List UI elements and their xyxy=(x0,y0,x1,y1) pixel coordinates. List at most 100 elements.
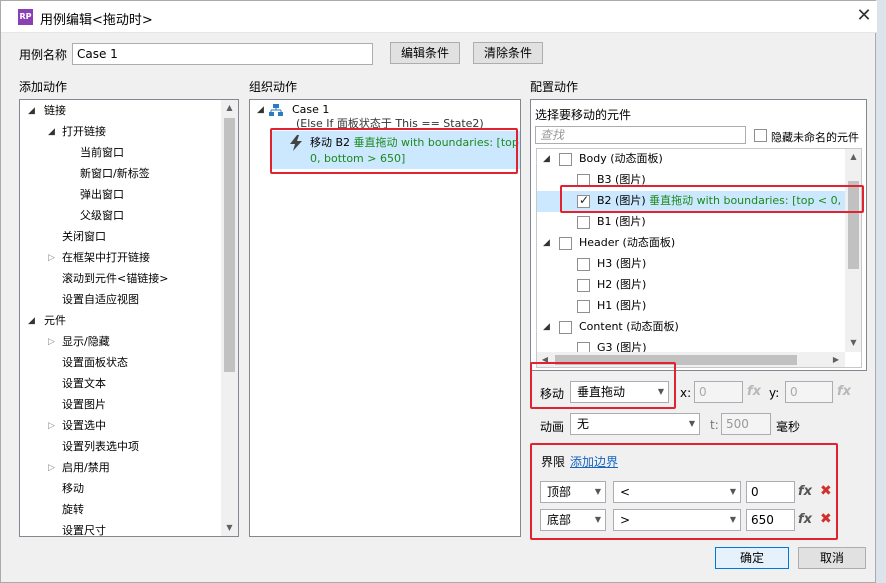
animation-select[interactable]: 无 ▼ xyxy=(570,413,700,435)
widget-checkbox[interactable] xyxy=(577,279,590,292)
action-tree-item[interactable]: 设置选中 xyxy=(62,417,106,435)
widget-checkbox[interactable] xyxy=(559,237,572,250)
action-tree-item[interactable]: 关闭窗口 xyxy=(62,228,106,246)
scroll-up-icon[interactable]: ▲ xyxy=(221,103,238,112)
widget-tree-vscroll[interactable]: ▲ ▼ xyxy=(845,149,861,352)
action-tree-item[interactable]: 弹出窗口 xyxy=(80,186,124,204)
scroll-right-icon[interactable]: ▶ xyxy=(830,355,842,364)
delete-bound-icon[interactable]: ✖ xyxy=(820,483,832,499)
action-tree-item[interactable]: 设置列表选中项 xyxy=(62,438,139,456)
chevron-down-icon: ▼ xyxy=(594,515,601,524)
collapse-icon[interactable]: ◢ xyxy=(28,312,35,330)
widget-label: Content (动态面板) xyxy=(579,320,679,333)
x-input[interactable]: 0 xyxy=(694,381,743,403)
collapse-icon[interactable]: ◢ xyxy=(543,318,550,336)
scroll-thumb[interactable] xyxy=(848,181,859,269)
action-tree-item[interactable]: 移动 xyxy=(62,480,84,498)
expand-icon[interactable]: ▷ xyxy=(48,459,55,477)
scroll-up-icon[interactable]: ▲ xyxy=(845,152,861,161)
collapse-icon[interactable]: ◢ xyxy=(48,123,55,141)
action-tree-item[interactable]: 旋转 xyxy=(62,501,84,519)
widget-tree-row[interactable]: B3 (图片) xyxy=(537,170,845,191)
action-tree-item[interactable]: 设置面板状态 xyxy=(62,354,128,372)
action-tree-item[interactable]: 当前窗口 xyxy=(80,144,124,162)
y-label: y: xyxy=(769,386,780,400)
add-bound-link[interactable]: 添加边界 xyxy=(570,453,618,470)
x-fx-button[interactable]: fx xyxy=(747,384,761,399)
widget-tree-row[interactable]: H1 (图片) xyxy=(537,296,845,317)
widget-label: B2 (图片) xyxy=(597,194,646,207)
y-input[interactable]: 0 xyxy=(785,381,833,403)
action-item-move[interactable]: 移动 B2 垂直拖动 with boundaries: [top < 0, bo… xyxy=(272,131,520,169)
bound-side-select[interactable]: 顶部 ▼ xyxy=(540,481,606,503)
cancel-button[interactable]: 取消 xyxy=(798,547,866,569)
clear-condition-button[interactable]: 清除条件 xyxy=(473,42,543,64)
dialog-title: 用例编辑<拖动时> xyxy=(40,13,153,28)
expand-icon[interactable]: ▷ xyxy=(48,249,55,267)
add-action-scrollbar[interactable]: ▲ ▼ xyxy=(221,100,238,536)
widget-label: H3 (图片) xyxy=(597,257,647,270)
widget-checkbox[interactable] xyxy=(577,193,590,208)
collapse-icon[interactable]: ◢ xyxy=(543,150,550,168)
bound-operator-select[interactable]: > ▼ xyxy=(613,509,741,531)
action-tree-item[interactable]: 显示/隐藏 xyxy=(62,333,110,351)
action-tree-item[interactable]: 打开链接 xyxy=(62,123,106,141)
bound-value-input[interactable]: 0 xyxy=(746,481,795,503)
widget-tree-row[interactable]: ◢ Body (动态面板) xyxy=(537,149,845,170)
edit-condition-button[interactable]: 编辑条件 xyxy=(390,42,460,64)
search-input[interactable]: 查找 xyxy=(535,126,746,144)
close-icon[interactable]: ✕ xyxy=(853,4,875,28)
bound-fx-button[interactable]: fx xyxy=(798,484,812,499)
ok-button[interactable]: 确定 xyxy=(715,547,789,569)
widget-checkbox[interactable] xyxy=(577,174,590,187)
widget-tree-row[interactable]: H2 (图片) xyxy=(537,275,845,296)
case-expand-icon[interactable]: ◢ xyxy=(257,101,264,119)
widget-tree-hscroll[interactable]: ◀ ▶ xyxy=(537,352,845,367)
scroll-left-icon[interactable]: ◀ xyxy=(539,355,551,364)
bound-value-input[interactable]: 650 xyxy=(746,509,795,531)
action-tree-item[interactable]: 父级窗口 xyxy=(80,207,124,225)
widget-label: B1 (图片) xyxy=(597,215,646,228)
hide-unnamed-checkbox[interactable] xyxy=(754,129,767,142)
action-tree-item[interactable]: 设置图片 xyxy=(62,396,106,414)
organize-action-header: 组织动作 xyxy=(249,80,298,94)
collapse-icon[interactable]: ◢ xyxy=(543,234,550,252)
expand-icon[interactable]: ▷ xyxy=(48,417,55,435)
widget-tree-row[interactable]: B1 (图片) xyxy=(537,212,845,233)
action-tree-item[interactable]: 滚动到元件<锚链接> xyxy=(62,270,168,288)
action-tree-item[interactable]: 设置自适应视图 xyxy=(62,291,139,309)
bound-operator-select[interactable]: < ▼ xyxy=(613,481,741,503)
case-tree-icon xyxy=(269,104,283,116)
action-tree-item[interactable]: 设置文本 xyxy=(62,375,106,393)
scroll-thumb[interactable] xyxy=(224,118,235,372)
delete-bound-icon[interactable]: ✖ xyxy=(820,511,832,527)
bound-fx-button[interactable]: fx xyxy=(798,512,812,527)
widget-tree-row[interactable]: H3 (图片) xyxy=(537,254,845,275)
widget-tree-row[interactable]: ◢ Content (动态面板) xyxy=(537,317,845,338)
widget-tree-row[interactable]: ◢ Header (动态面板) xyxy=(537,233,845,254)
case-name-input[interactable]: Case 1 xyxy=(72,43,373,65)
collapse-icon[interactable]: ◢ xyxy=(28,102,35,120)
action-tree-item[interactable]: 启用/禁用 xyxy=(62,459,110,477)
action-tree-item[interactable]: 新窗口/新标签 xyxy=(80,165,150,183)
time-input[interactable]: 500 xyxy=(721,413,771,435)
action-tree-item[interactable]: 元件 xyxy=(44,312,66,330)
expand-icon[interactable]: ▷ xyxy=(48,333,55,351)
widget-checkbox[interactable] xyxy=(577,300,590,313)
widget-checkbox[interactable] xyxy=(577,216,590,229)
hscroll-thumb[interactable] xyxy=(555,355,797,365)
scroll-down-icon[interactable]: ▼ xyxy=(845,338,861,347)
animation-label: 动画 xyxy=(540,420,565,434)
widget-checkbox[interactable] xyxy=(559,321,572,334)
y-fx-button[interactable]: fx xyxy=(837,384,851,399)
widget-tree-row[interactable]: B2 (图片) 垂直拖动 with boundaries: [top < 0, … xyxy=(537,191,861,212)
action-tree-item[interactable]: 在框架中打开链接 xyxy=(62,249,150,267)
action-tree-item[interactable]: 链接 xyxy=(44,102,66,120)
widget-label: B3 (图片) xyxy=(597,173,646,186)
action-tree-item[interactable]: 设置尺寸 xyxy=(62,522,106,536)
bound-side-select[interactable]: 底部 ▼ xyxy=(540,509,606,531)
scroll-down-icon[interactable]: ▼ xyxy=(221,523,238,532)
move-type-select[interactable]: 垂直拖动 ▼ xyxy=(570,381,669,403)
widget-checkbox[interactable] xyxy=(577,258,590,271)
widget-checkbox[interactable] xyxy=(559,153,572,166)
